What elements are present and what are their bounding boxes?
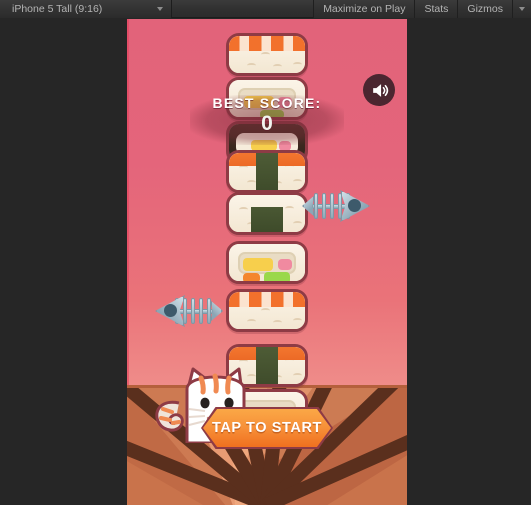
fishbone-rib xyxy=(322,193,326,219)
maximize-on-play-button[interactable]: Maximize on Play xyxy=(313,0,415,18)
sushi-piece[interactable] xyxy=(226,192,308,235)
rice-grain xyxy=(261,52,270,57)
chevron-down-icon xyxy=(157,7,163,11)
fishbone-eye xyxy=(164,304,177,317)
fishbone-rib xyxy=(191,298,195,324)
stats-button[interactable]: Stats xyxy=(414,0,458,18)
fishbone-rib xyxy=(330,193,334,219)
resolution-dropdown-label: iPhone 5 Tall (9:16) xyxy=(12,3,103,15)
fishbone-rib xyxy=(207,298,211,324)
gizmos-dropdown-button[interactable] xyxy=(512,0,531,18)
veg-piece xyxy=(264,272,290,281)
nori-square xyxy=(251,207,283,232)
rice-grain xyxy=(273,64,282,69)
sound-toggle-button[interactable] xyxy=(363,74,395,106)
resolution-dropdown[interactable]: iPhone 5 Tall (9:16) xyxy=(0,0,172,18)
nori-wrap xyxy=(256,347,278,384)
start-button-label: TAP TO START xyxy=(211,420,323,436)
rice-grain xyxy=(247,319,256,324)
fishbone-rib xyxy=(199,298,203,324)
nori-wrap xyxy=(256,153,278,190)
sushi-piece[interactable] xyxy=(226,150,308,193)
sushi-piece[interactable] xyxy=(226,33,308,76)
fishbone-decoration xyxy=(155,289,227,333)
rice-grain xyxy=(247,63,256,68)
rice-grain xyxy=(293,318,302,323)
rice-grain xyxy=(261,308,270,313)
fishbone-rib xyxy=(183,298,187,324)
best-score-label: BEST SCORE: xyxy=(212,95,322,111)
fishbone-decoration xyxy=(298,184,370,228)
salmon-topping xyxy=(229,292,305,307)
fishbone-rib xyxy=(338,193,342,219)
gizmos-button[interactable]: Gizmos xyxy=(457,0,512,18)
rice-grain xyxy=(293,373,302,378)
speaker-on-icon xyxy=(372,83,388,97)
rice-grain xyxy=(285,206,294,211)
chevron-down-icon xyxy=(519,7,525,11)
game-canvas[interactable]: BEST SCORE: 0 TAP TO START xyxy=(127,19,407,505)
sushi-piece[interactable] xyxy=(226,241,308,284)
carrot-piece xyxy=(243,273,260,281)
rice-grain xyxy=(273,320,282,325)
rice-grain xyxy=(293,62,302,67)
unity-game-view-toolbar: iPhone 5 Tall (9:16) Maximize on Play St… xyxy=(0,0,531,18)
tamago-piece xyxy=(243,258,273,271)
bento-tray xyxy=(238,252,296,281)
tap-to-start-button[interactable]: TAP TO START xyxy=(201,407,333,449)
sushi-piece[interactable] xyxy=(226,289,308,332)
best-score-value: 0 xyxy=(261,112,273,135)
fishbone-eye xyxy=(348,199,361,212)
rice-grain xyxy=(247,180,256,185)
best-score-hud: BEST SCORE: 0 xyxy=(190,95,344,145)
fishbone-rib xyxy=(314,193,318,219)
salmon-topping xyxy=(229,36,305,51)
rice-grain xyxy=(239,207,248,212)
pink-piece xyxy=(278,259,292,270)
game-view: BEST SCORE: 0 TAP TO START xyxy=(0,19,531,505)
